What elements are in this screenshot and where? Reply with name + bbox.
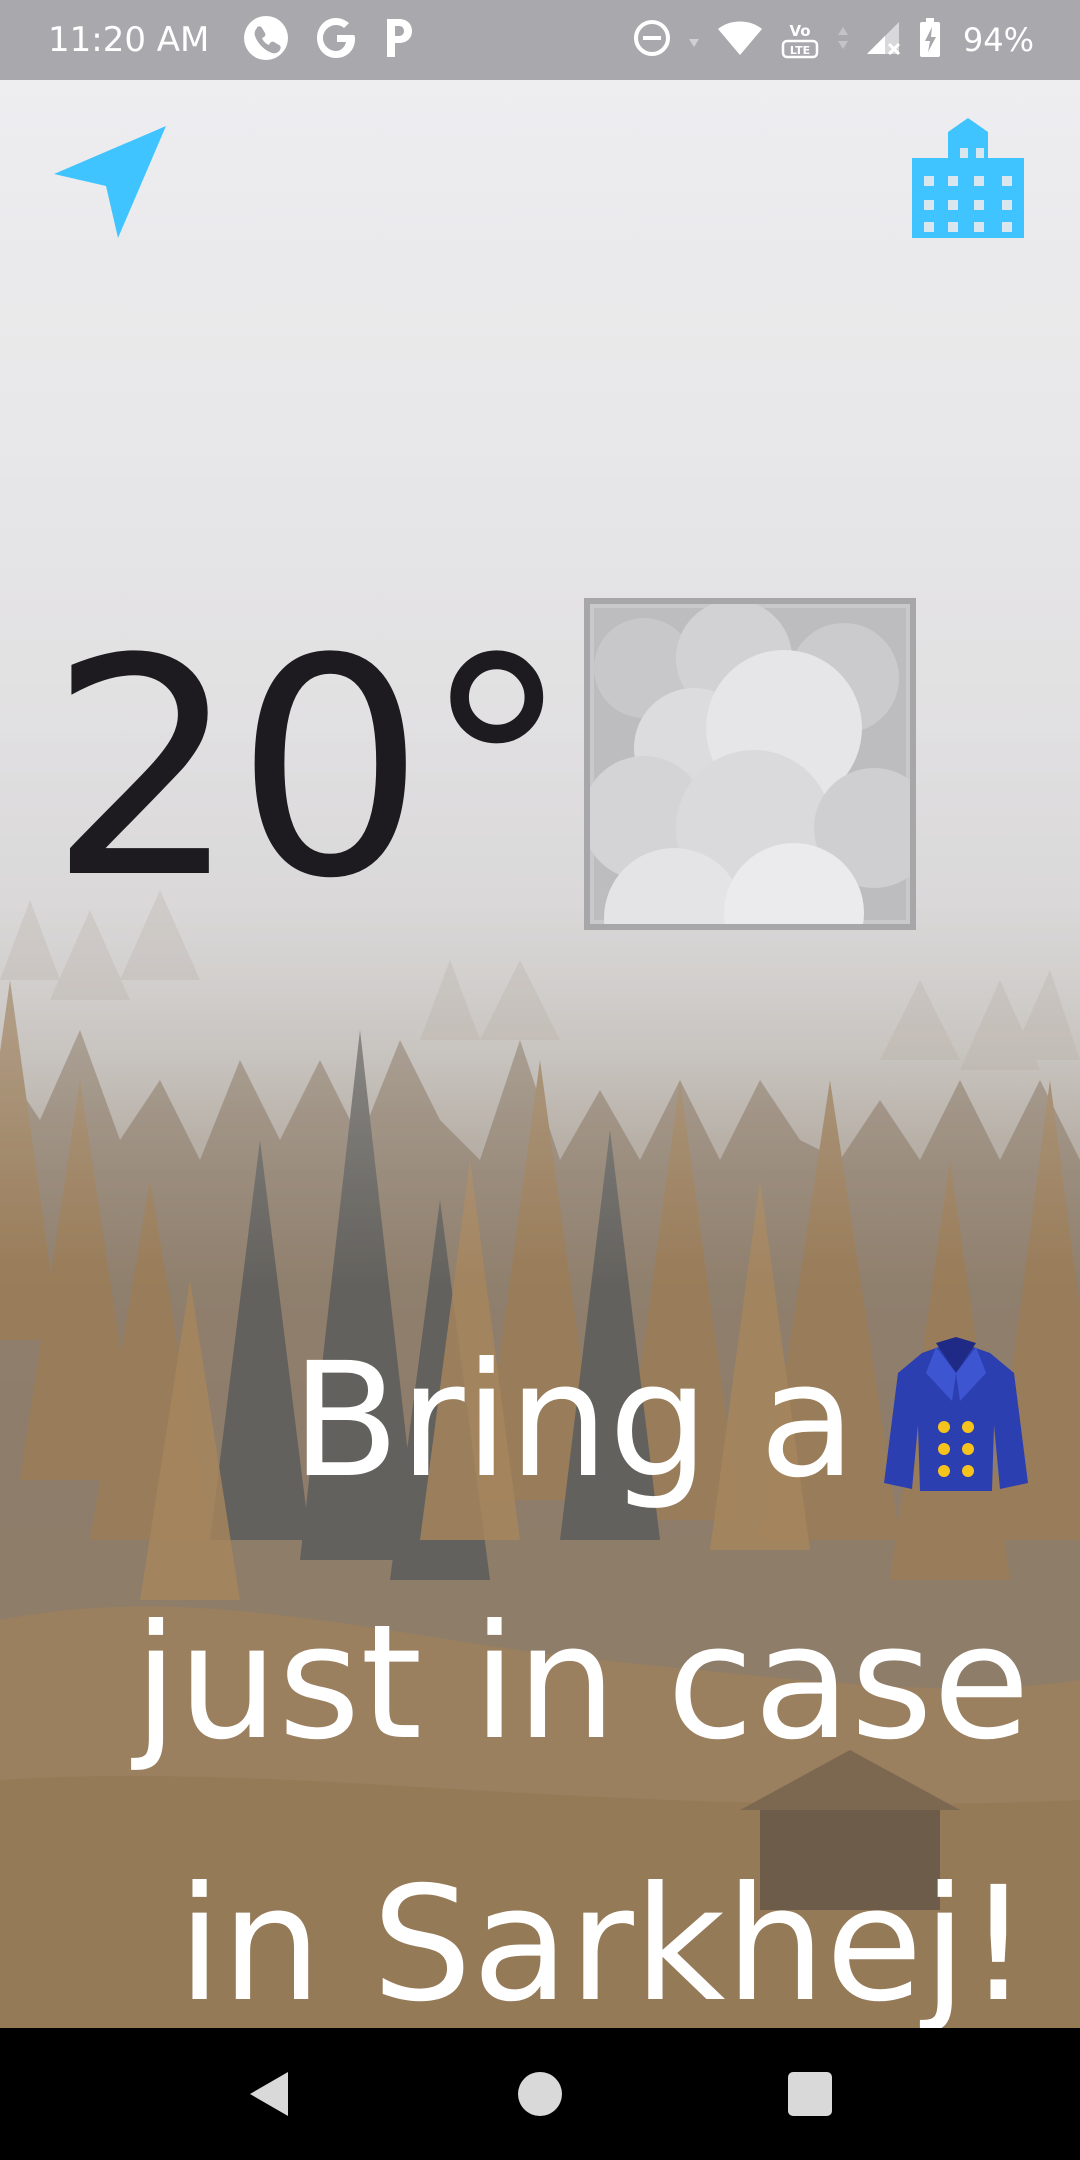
status-right-icons: Vo LTE 94% — [633, 16, 1034, 64]
phone-icon — [243, 15, 289, 65]
svg-text:LTE: LTE — [790, 44, 810, 57]
signal-arrow-icon — [837, 23, 849, 57]
fog-cloud-icon — [582, 598, 934, 988]
status-bar: 11:20 AM Vo LTE 94% — [0, 0, 1080, 80]
volte-icon: Vo LTE — [779, 16, 821, 64]
status-time: 11:20 AM — [48, 20, 210, 60]
coat-icon — [882, 1308, 1030, 1491]
weather-message: Bring a just in case in Sarkhej! — [30, 1290, 1030, 2076]
message-line-1: Bring a — [30, 1290, 1030, 1552]
message-line-1-text: Bring a — [291, 1329, 856, 1513]
back-icon[interactable] — [244, 2068, 296, 2120]
location-arrow-icon[interactable] — [52, 122, 170, 240]
status-left-icons — [243, 15, 415, 65]
home-icon[interactable] — [514, 2068, 566, 2120]
dnd-icon — [633, 19, 671, 61]
battery-icon — [919, 18, 941, 62]
city-building-icon[interactable] — [910, 118, 1026, 238]
signal-icon — [865, 20, 903, 60]
wifi-icon — [717, 19, 763, 61]
google-icon — [315, 16, 357, 64]
recents-icon[interactable] — [784, 2068, 836, 2120]
p-icon — [383, 17, 415, 63]
data-arrow-icon — [687, 23, 701, 57]
message-line-2: just in case — [133, 1591, 1030, 1775]
battery-percent: 94% — [962, 21, 1034, 59]
svg-text:Vo: Vo — [789, 22, 810, 40]
temperature-value: 20° — [48, 595, 572, 944]
